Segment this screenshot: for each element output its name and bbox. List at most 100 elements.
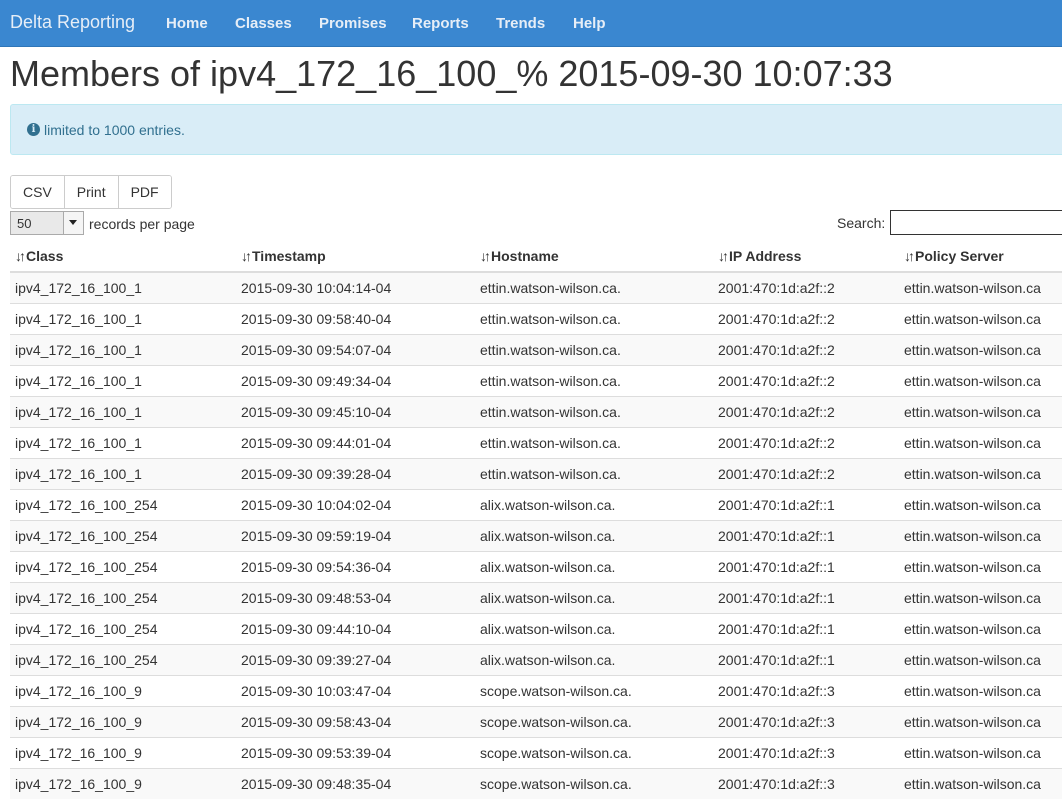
column-header-hostname[interactable]: ↓↑Hostname — [475, 240, 713, 272]
brand-link[interactable]: Delta Reporting — [10, 12, 135, 33]
cell-ip-address: 2001:470:1d:a2f::2 — [713, 459, 899, 490]
cell-policy-server: ettin.watson-wilson.ca — [899, 490, 1062, 521]
cell-class: ipv4_172_16_100_1 — [10, 397, 236, 428]
cell-timestamp: 2015-09-30 09:44:10-04 — [236, 614, 475, 645]
column-header-label: Policy Server — [915, 248, 1004, 264]
column-header-label: IP Address — [729, 248, 801, 264]
table-row: ipv4_172_16_100_12015-09-30 09:45:10-04e… — [10, 397, 1062, 428]
cell-class: ipv4_172_16_100_1 — [10, 366, 236, 397]
cell-hostname: ettin.watson-wilson.ca. — [475, 397, 713, 428]
sort-icon: ↓↑ — [241, 248, 249, 264]
cell-ip-address: 2001:470:1d:a2f::1 — [713, 521, 899, 552]
cell-hostname: alix.watson-wilson.ca. — [475, 552, 713, 583]
cell-hostname: ettin.watson-wilson.ca. — [475, 428, 713, 459]
search-input[interactable] — [890, 210, 1062, 235]
column-header-policy-server[interactable]: ↓↑Policy Server — [899, 240, 1062, 272]
table-body: ipv4_172_16_100_12015-09-30 10:04:14-04e… — [10, 272, 1062, 799]
info-alert: i limited to 1000 entries. — [10, 104, 1062, 155]
cell-class: ipv4_172_16_100_254 — [10, 614, 236, 645]
table-row: ipv4_172_16_100_2542015-09-30 09:48:53-0… — [10, 583, 1062, 614]
cell-hostname: ettin.watson-wilson.ca. — [475, 335, 713, 366]
cell-hostname: ettin.watson-wilson.ca. — [475, 304, 713, 335]
sort-icon: ↓↑ — [15, 248, 23, 264]
table-row: ipv4_172_16_100_12015-09-30 09:54:07-04e… — [10, 335, 1062, 366]
alert-text: limited to 1000 entries. — [44, 122, 185, 138]
column-header-label: Hostname — [491, 248, 559, 264]
cell-policy-server: ettin.watson-wilson.ca — [899, 521, 1062, 552]
column-header-label: Timestamp — [252, 248, 326, 264]
cell-policy-server: ettin.watson-wilson.ca — [899, 335, 1062, 366]
cell-class: ipv4_172_16_100_9 — [10, 769, 236, 799]
page-title: Members of ipv4_172_16_100_% 2015-09-30 … — [10, 53, 893, 95]
select-dropdown-button[interactable] — [63, 212, 83, 234]
cell-class: ipv4_172_16_100_1 — [10, 428, 236, 459]
cell-hostname: scope.watson-wilson.ca. — [475, 769, 713, 799]
cell-hostname: alix.watson-wilson.ca. — [475, 614, 713, 645]
cell-ip-address: 2001:470:1d:a2f::3 — [713, 738, 899, 769]
cell-class: ipv4_172_16_100_254 — [10, 583, 236, 614]
cell-timestamp: 2015-09-30 09:39:28-04 — [236, 459, 475, 490]
nav-item-promises[interactable]: Promises — [319, 15, 387, 32]
chevron-down-icon — [69, 220, 77, 225]
cell-ip-address: 2001:470:1d:a2f::1 — [713, 583, 899, 614]
cell-timestamp: 2015-09-30 09:45:10-04 — [236, 397, 475, 428]
table-row: ipv4_172_16_100_2542015-09-30 09:59:19-0… — [10, 521, 1062, 552]
cell-timestamp: 2015-09-30 09:58:43-04 — [236, 707, 475, 738]
cell-class: ipv4_172_16_100_9 — [10, 707, 236, 738]
nav-item-classes[interactable]: Classes — [235, 15, 292, 32]
records-per-page-value: 50 — [17, 216, 31, 231]
cell-timestamp: 2015-09-30 09:58:40-04 — [236, 304, 475, 335]
cell-ip-address: 2001:470:1d:a2f::2 — [713, 366, 899, 397]
table-row: ipv4_172_16_100_92015-09-30 09:48:35-04s… — [10, 769, 1062, 799]
cell-policy-server: ettin.watson-wilson.ca — [899, 397, 1062, 428]
cell-timestamp: 2015-09-30 09:54:07-04 — [236, 335, 475, 366]
nav-item-home[interactable]: Home — [166, 15, 208, 32]
cell-class: ipv4_172_16_100_254 — [10, 552, 236, 583]
nav-item-reports[interactable]: Reports — [412, 15, 469, 32]
sort-icon: ↓↑ — [718, 248, 726, 264]
nav-item-help[interactable]: Help — [573, 15, 606, 32]
column-header-class[interactable]: ↓↑Class — [10, 240, 236, 272]
cell-class: ipv4_172_16_100_1 — [10, 272, 236, 304]
cell-timestamp: 2015-09-30 09:53:39-04 — [236, 738, 475, 769]
table-row: ipv4_172_16_100_2542015-09-30 09:44:10-0… — [10, 614, 1062, 645]
members-table: ↓↑Class ↓↑Timestamp ↓↑Hostname ↓↑IP Addr… — [10, 240, 1062, 799]
cell-ip-address: 2001:470:1d:a2f::2 — [713, 397, 899, 428]
cell-timestamp: 2015-09-30 09:44:01-04 — [236, 428, 475, 459]
cell-timestamp: 2015-09-30 09:39:27-04 — [236, 645, 475, 676]
table-header-row: ↓↑Class ↓↑Timestamp ↓↑Hostname ↓↑IP Addr… — [10, 240, 1062, 272]
sort-icon: ↓↑ — [480, 248, 488, 264]
table-row: ipv4_172_16_100_12015-09-30 09:49:34-04 e… — [10, 366, 1062, 397]
cell-policy-server: ettin.watson-wilson.ca — [899, 366, 1062, 397]
cell-policy-server: ettin.watson-wilson.ca — [899, 707, 1062, 738]
cell-ip-address: 2001:470:1d:a2f::2 — [713, 304, 899, 335]
cell-class: ipv4_172_16_100_254 — [10, 490, 236, 521]
members-table-container: ↓↑Class ↓↑Timestamp ↓↑Hostname ↓↑IP Addr… — [10, 240, 1062, 799]
print-button[interactable]: Print — [65, 176, 119, 208]
records-per-page-select[interactable]: 50 — [10, 211, 84, 235]
cell-hostname: alix.watson-wilson.ca. — [475, 583, 713, 614]
column-header-timestamp[interactable]: ↓↑Timestamp — [236, 240, 475, 272]
cell-class: ipv4_172_16_100_254 — [10, 521, 236, 552]
cell-hostname: ettin.watson-wilson.ca. — [475, 272, 713, 304]
cell-hostname: scope.watson-wilson.ca. — [475, 707, 713, 738]
cell-policy-server: ettin.watson-wilson.ca — [899, 428, 1062, 459]
cell-timestamp: 2015-09-30 10:04:14-04 — [236, 272, 475, 304]
pdf-button[interactable]: PDF — [119, 176, 171, 208]
cell-ip-address: 2001:470:1d:a2f::1 — [713, 552, 899, 583]
table-row: ipv4_172_16_100_92015-09-30 10:03:47-04s… — [10, 676, 1062, 707]
nav-item-trends[interactable]: Trends — [496, 15, 545, 32]
cell-timestamp: 2015-09-30 09:49:34-04 — [236, 366, 475, 397]
cell-class: ipv4_172_16_100_9 — [10, 738, 236, 769]
cell-policy-server: ettin.watson-wilson.ca — [899, 552, 1062, 583]
cell-class: ipv4_172_16_100_1 — [10, 304, 236, 335]
top-navbar: Delta Reporting Home Classes Promises Re… — [0, 0, 1062, 47]
cell-ip-address: 2001:470:1d:a2f::2 — [713, 335, 899, 366]
cell-hostname: scope.watson-wilson.ca. — [475, 676, 713, 707]
cell-ip-address: 2001:470:1d:a2f::2 — [713, 272, 899, 304]
cell-ip-address: 2001:470:1d:a2f::3 — [713, 769, 899, 799]
table-row: ipv4_172_16_100_12015-09-30 09:39:28-04e… — [10, 459, 1062, 490]
column-header-ip-address[interactable]: ↓↑IP Address — [713, 240, 899, 272]
column-header-label: Class — [26, 248, 63, 264]
csv-button[interactable]: CSV — [11, 176, 65, 208]
